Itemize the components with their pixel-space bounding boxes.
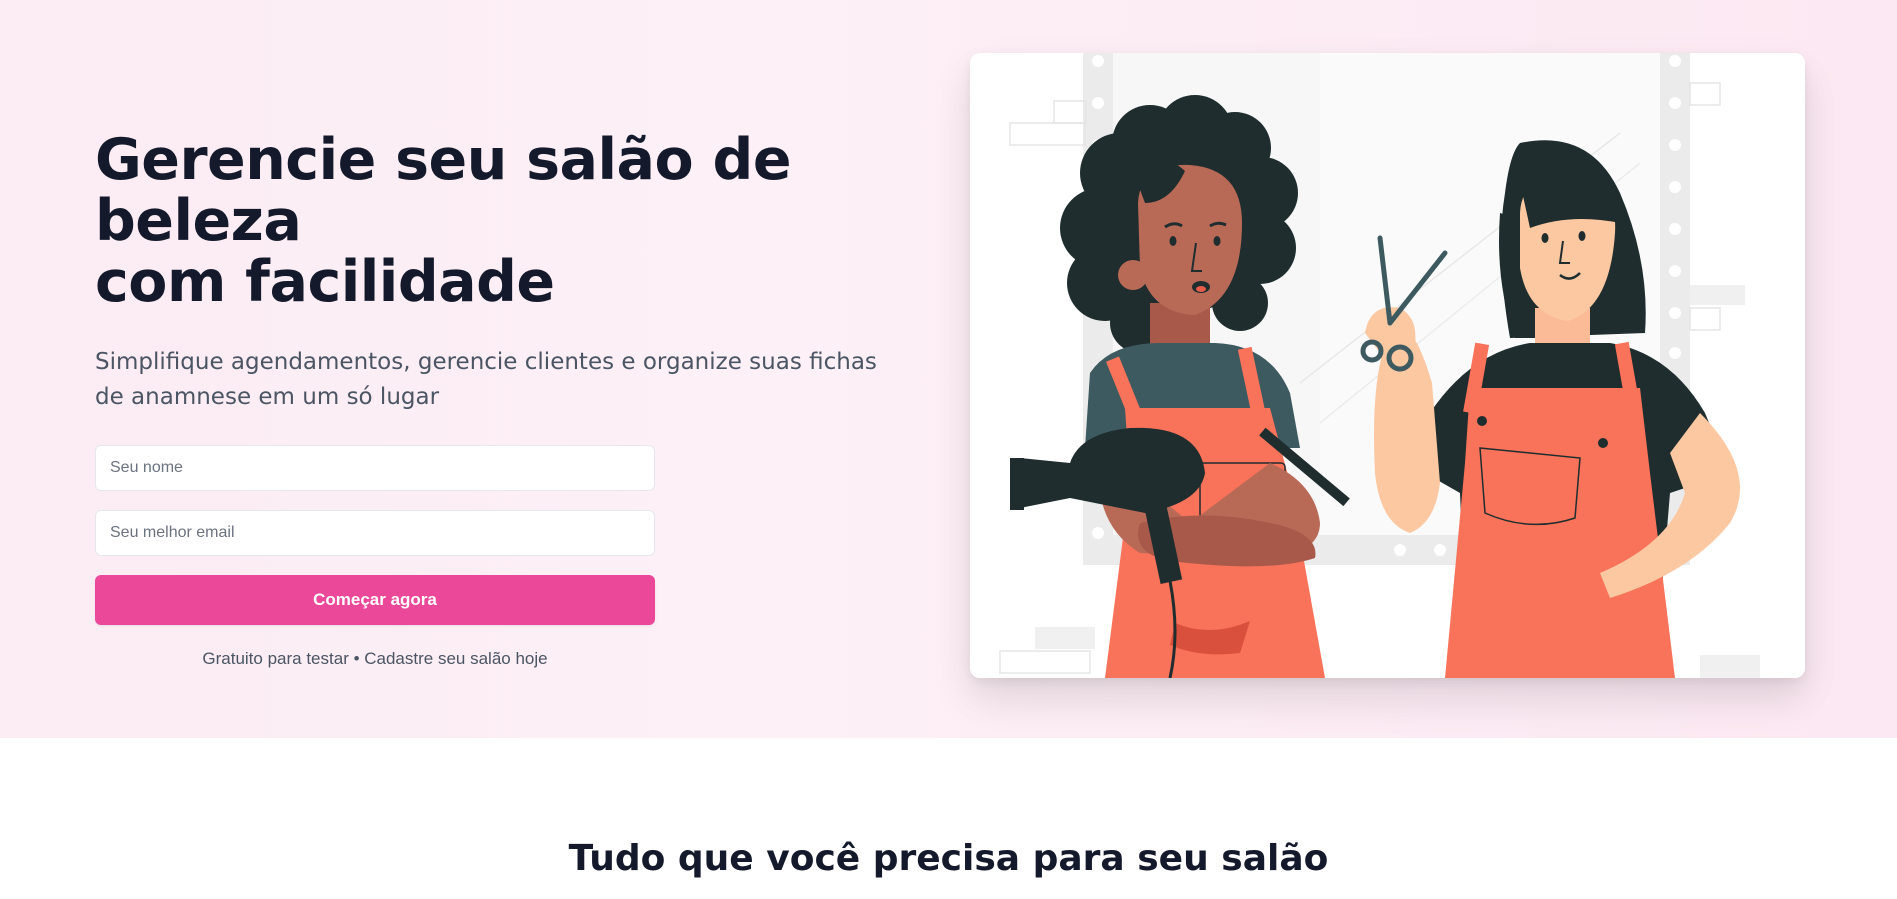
hero-section: Gerencie seu salão de beleza com facilid… — [0, 0, 1897, 738]
hero-title-line2: com facilidade — [95, 249, 555, 315]
hero-title-line1: Gerencie seu salão de beleza — [95, 127, 792, 254]
hero-subtitle: Simplifique agendamentos, gerencie clien… — [95, 349, 877, 410]
hero-title: Gerencie seu salão de beleza com facilid… — [95, 130, 925, 313]
name-input[interactable] — [95, 445, 655, 491]
hero-content: Gerencie seu salão de beleza com facilid… — [95, 130, 925, 669]
form-note: Gratuito para testar • Cadastre seu salã… — [202, 649, 548, 668]
hero-illustration — [970, 53, 1805, 678]
signup-form: Começar agora Gratuito para testar • Cad… — [95, 445, 655, 669]
start-now-button[interactable]: Começar agora — [95, 575, 655, 625]
features-title: Tudo que você precisa para seu salão — [568, 838, 1329, 879]
email-input[interactable] — [95, 510, 655, 556]
two-hairdressers-illustration — [970, 53, 1805, 678]
